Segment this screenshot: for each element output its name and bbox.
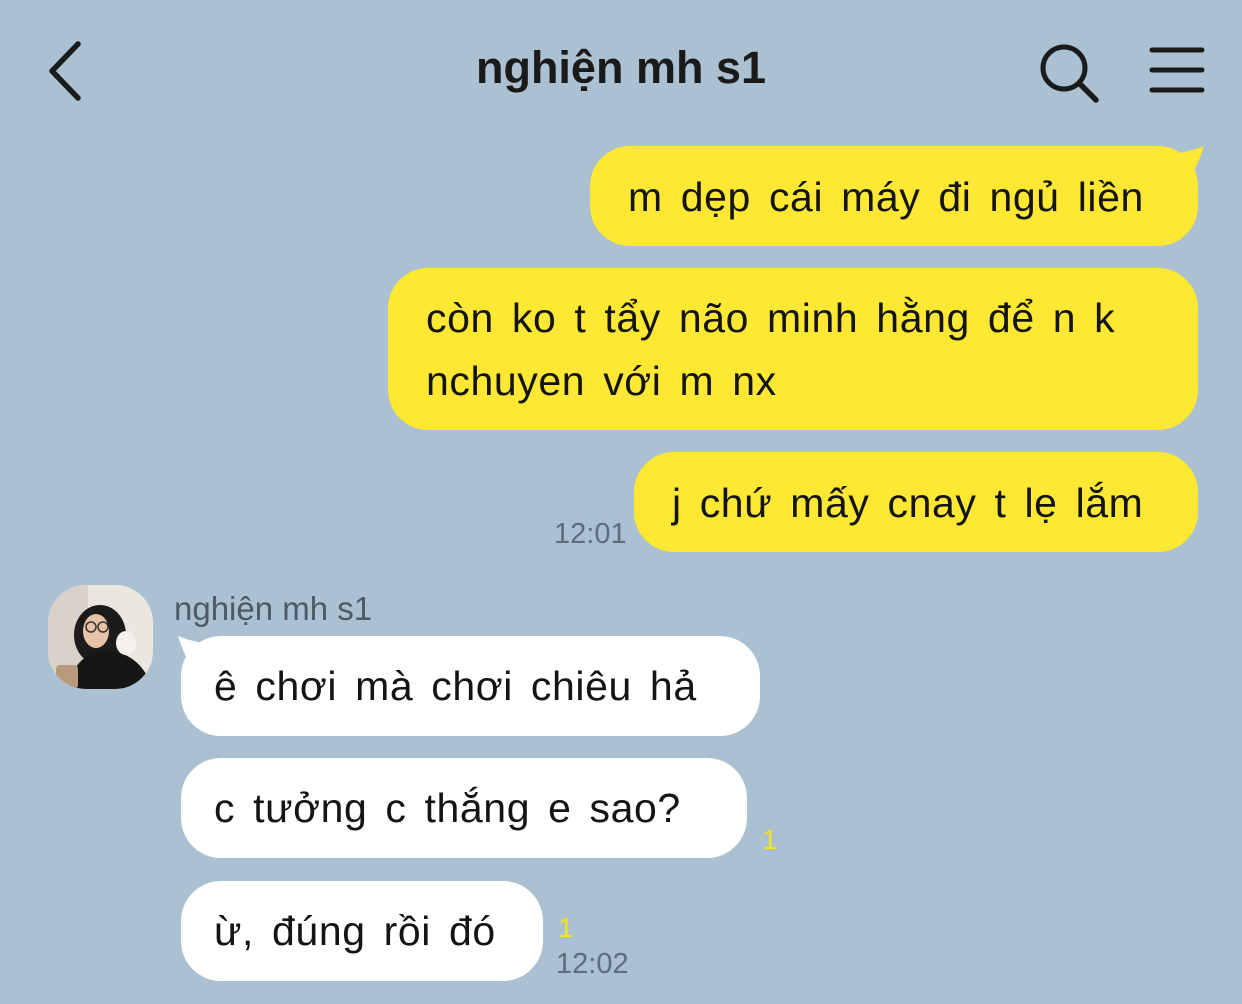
search-button[interactable] [1036,40,1102,106]
unread-count: 1 [762,824,778,855]
sent-message-bubble[interactable]: j chứ mấy cnay t lẹ lắm [634,452,1198,552]
sent-message-bubble[interactable]: m dẹp cái máy đi ngủ liền [590,146,1198,246]
sent-message-bubble[interactable]: còn ko t tẩy não minh hằng để n k nchuye… [388,268,1198,430]
message-text: nchuyen với m nx [426,358,777,404]
chat-header: nghiện mh s1 [0,0,1242,140]
received-message-bubble[interactable]: ừ, đúng rồi đó [181,881,543,981]
menu-button[interactable] [1146,44,1208,100]
message-text: j chứ mấy cnay t lẹ lắm [672,480,1144,526]
message-text: ê chơi mà chơi chiêu hả [214,663,697,709]
hamburger-menu-icon [1149,47,1205,93]
received-message-bubble[interactable]: ê chơi mà chơi chiêu hả [181,636,760,736]
sender-name: nghiện mh s1 [174,590,373,627]
avatar-image [48,585,153,689]
received-message-bubble[interactable]: c tưởng c thắng e sao? [181,758,747,858]
avatar[interactable] [48,585,153,689]
message-text: còn ko t tẩy não minh hằng để n k [426,295,1116,341]
message-text: m dẹp cái máy đi ngủ liền [628,174,1144,220]
message-text: c tưởng c thắng e sao? [214,785,681,831]
message-time: 12:01 [554,518,627,550]
search-icon [1040,44,1099,103]
message-time: 12:02 [556,948,629,980]
message-text: ừ, đúng rồi đó [214,908,496,954]
unread-count: 1 [558,912,574,943]
